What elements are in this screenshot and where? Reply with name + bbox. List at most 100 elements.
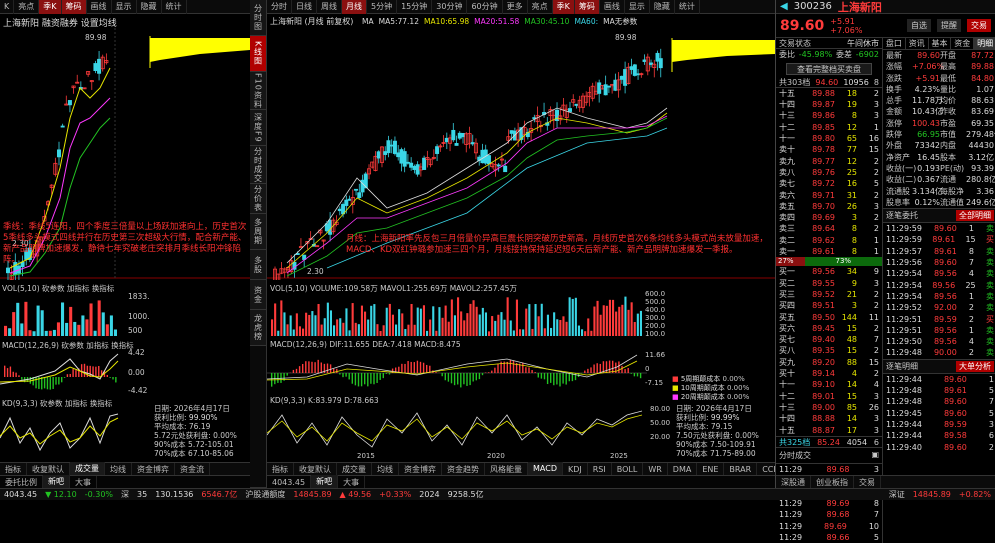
sell-level[interactable]: 卖二89.6281 — [776, 235, 882, 246]
indicator-tab[interactable]: DMA — [668, 463, 698, 476]
buy-level[interactable]: 买六89.45152 — [776, 323, 882, 334]
status-quota[interactable]: 沪股通额度 — [241, 489, 289, 500]
buy-level[interactable]: 十一89.10144 — [776, 379, 882, 390]
indicator-tab[interactable]: ENE — [697, 463, 724, 476]
tb-quarterk[interactable]: 季K — [553, 0, 575, 14]
tb-5min[interactable]: 5分钟 — [367, 0, 397, 14]
left-tb-quarterk[interactable]: 季K — [39, 0, 61, 14]
side-tab-price-table[interactable]: 分价表 — [250, 184, 267, 214]
left-tb-stats[interactable]: 统计 — [162, 0, 187, 14]
sell-level[interactable]: 卖六89.71312 — [776, 190, 882, 201]
buy-level[interactable]: 十四88.88143 — [776, 413, 882, 424]
left-tab-flow[interactable]: 资金流 — [175, 463, 210, 476]
sell-level[interactable]: 十四89.87193 — [776, 99, 882, 110]
left-tb-highlight[interactable]: 亮点 — [14, 0, 39, 14]
alert-button[interactable]: 提醒 — [937, 19, 961, 32]
side-tab-kline[interactable]: K线图 — [250, 36, 267, 72]
quote-tab-trade[interactable]: 交易 — [854, 476, 881, 489]
tb-hide[interactable]: 隐藏 — [650, 0, 675, 14]
buy-level[interactable]: 买七89.40487 — [776, 334, 882, 345]
sell-level[interactable]: 卖八89.76252 — [776, 167, 882, 178]
quote-tab[interactable]: 盘口 — [883, 38, 906, 49]
nav-left-icon[interactable]: ◀ — [780, 1, 788, 12]
indicator-tab[interactable]: 均线 — [372, 463, 399, 476]
side-tab-capital[interactable]: 资金 — [250, 280, 267, 310]
tb-month[interactable]: 月线 — [342, 0, 367, 14]
indicator-tab[interactable]: BOLL — [612, 463, 644, 476]
buy-level[interactable]: 买八89.35152 — [776, 345, 882, 356]
side-tab-dragon-tiger[interactable]: 龙虎榜 — [250, 310, 267, 346]
sell-level[interactable]: 卖三89.6482 — [776, 223, 882, 234]
buy-level[interactable]: 买三89.52212 — [776, 289, 882, 300]
mid-sub-events[interactable]: 大事 — [338, 476, 365, 489]
left-tab-ma[interactable]: 均线 — [105, 463, 132, 476]
quote-tab[interactable]: 明细 — [974, 38, 995, 49]
sell-level[interactable]: 十五89.88182 — [776, 88, 882, 99]
quote-tab-hk[interactable]: 深股通 — [776, 476, 811, 489]
left-sub-ratio[interactable]: 委托比例 — [0, 476, 43, 489]
side-tab-multi-stock[interactable]: 多股 — [250, 250, 267, 280]
buy-level[interactable]: 买九89.208815 — [776, 357, 882, 368]
indicator-tab[interactable]: 指标 — [267, 463, 294, 476]
left-tb-chips[interactable]: 筹码 — [62, 0, 87, 14]
sell-level[interactable]: 卖四89.6932 — [776, 212, 882, 223]
sell-level[interactable]: 十一89.806516 — [776, 133, 882, 144]
quote-tab[interactable]: 资金 — [951, 38, 974, 49]
expand-icon[interactable]: ▣ — [871, 450, 879, 461]
all-detail-button[interactable]: 全部明细 — [956, 210, 994, 221]
big-order-tab[interactable]: 大单分析 — [956, 361, 994, 372]
buy-level[interactable]: 买十89.1442 — [776, 368, 882, 379]
quote-tab[interactable]: 资讯 — [906, 38, 929, 49]
buy-level[interactable]: 十三89.008526 — [776, 402, 882, 413]
left-sub-events[interactable]: 大事 — [70, 476, 97, 489]
buy-level[interactable]: 十二89.01153 — [776, 391, 882, 402]
left-tb-show[interactable]: 显示 — [112, 0, 137, 14]
tb-stats[interactable]: 统计 — [675, 0, 700, 14]
tb-60min[interactable]: 60分钟 — [467, 0, 502, 14]
indicator-tab[interactable]: 资金趋势 — [442, 463, 485, 476]
indicator-tab[interactable]: WR — [643, 463, 667, 476]
buy-level[interactable]: 买一89.56349 — [776, 266, 882, 277]
tb-15min[interactable]: 15分钟 — [397, 0, 432, 14]
indicator-tab[interactable]: BRAR — [724, 463, 757, 476]
tb-30min[interactable]: 30分钟 — [432, 0, 467, 14]
tb-show[interactable]: 显示 — [625, 0, 650, 14]
indicator-tab[interactable]: KDJ — [563, 463, 588, 476]
full-depth-button[interactable]: 查看完整档买卖盘 — [786, 63, 872, 75]
left-tab-capital[interactable]: 资金博弈 — [132, 463, 175, 476]
indicator-tab[interactable]: 风格能量 — [485, 463, 528, 476]
tb-chips[interactable]: 筹码 — [575, 0, 600, 14]
sell-level[interactable]: 十二89.85121 — [776, 122, 882, 133]
side-tab-intraday[interactable]: 分时图 — [250, 0, 267, 36]
tb-more[interactable]: 更多 — [503, 0, 528, 14]
sell-level[interactable]: 卖一89.6181 — [776, 246, 882, 257]
sell-level[interactable]: 卖十89.787715 — [776, 144, 882, 155]
left-tab-indicator[interactable]: 指标 — [0, 463, 27, 476]
tb-highlight[interactable]: 亮点 — [528, 0, 553, 14]
buy-level[interactable]: 买五89.5014411 — [776, 312, 882, 323]
sell-level[interactable]: 卖七89.72165 — [776, 178, 882, 189]
watchlist-button[interactable]: 自选 — [907, 19, 931, 32]
left-tb-draw[interactable]: 画线 — [87, 0, 112, 14]
indicator-tab[interactable]: 成交量 — [337, 463, 372, 476]
tb-intraday[interactable]: 分时 — [267, 0, 292, 14]
tb-week[interactable]: 周线 — [317, 0, 342, 14]
side-tab-multi-period[interactable]: 多周期 — [250, 214, 267, 250]
buy-level[interactable]: 买四89.5132 — [776, 300, 882, 311]
sell-level[interactable]: 十三89.8683 — [776, 110, 882, 121]
quote-tab-gem[interactable]: 创业板指 — [811, 476, 854, 489]
left-tb-k[interactable]: K — [0, 0, 14, 14]
left-tb-hide[interactable]: 隐藏 — [137, 0, 162, 14]
buy-level[interactable]: 十五88.87173 — [776, 425, 882, 436]
side-tab-f9[interactable]: 深度F9 — [250, 110, 267, 146]
sell-level[interactable]: 卖九89.77122 — [776, 156, 882, 167]
quote-tab[interactable]: 基本 — [929, 38, 952, 49]
side-tab-f10[interactable]: F10资料 — [250, 72, 267, 110]
indicator-tab[interactable]: RSI — [588, 463, 612, 476]
indicator-tab[interactable]: 资金博弈 — [399, 463, 442, 476]
sell-level[interactable]: 卖五89.70263 — [776, 201, 882, 212]
tb-day[interactable]: 日线 — [292, 0, 317, 14]
trade-button[interactable]: 交易 — [967, 19, 991, 32]
tb-draw[interactable]: 画线 — [600, 0, 625, 14]
side-tab-trades[interactable]: 分时成交 — [250, 146, 267, 184]
